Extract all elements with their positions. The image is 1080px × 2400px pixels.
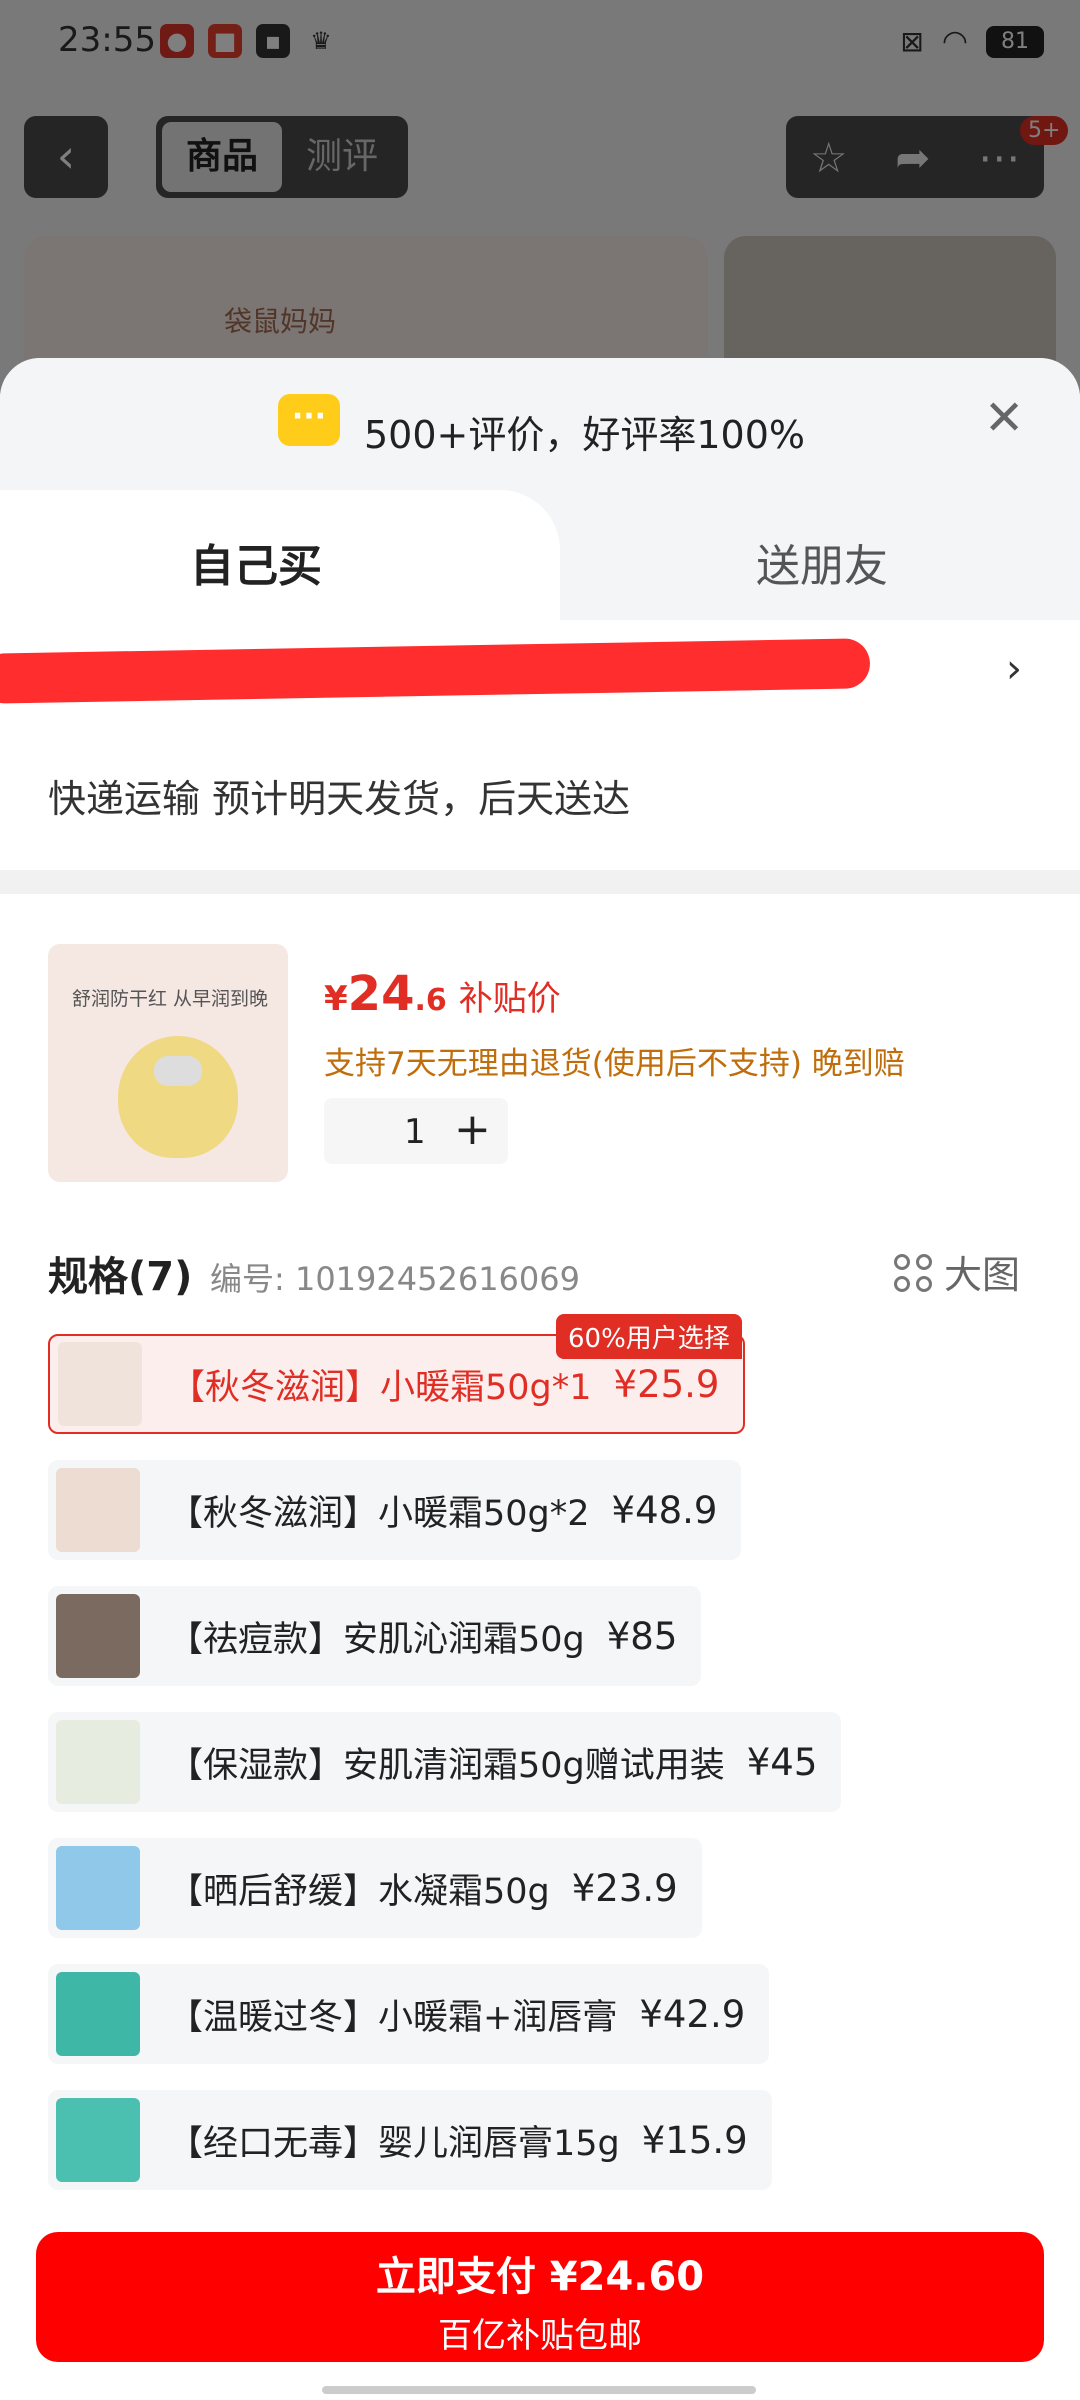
return-policy: 支持7天无理由退货(使用后不支持) 晚到赔 xyxy=(324,1046,905,1082)
purchase-sheet: ··· 500+评价，好评率100% ✕ 自己买 送朋友 › 快递运输 预计明天… xyxy=(0,358,1080,2400)
address-row[interactable]: › xyxy=(0,638,1080,720)
spec-option-6[interactable]: 【温暖过冬】小暖霜+润唇膏 ¥42.9 xyxy=(48,1964,770,2064)
redacted-address xyxy=(0,638,871,704)
close-icon[interactable]: ✕ xyxy=(984,394,1024,442)
spec-thumbnail xyxy=(56,1468,140,1552)
spec-thumbnail xyxy=(58,1342,142,1426)
price-decimal: .6 xyxy=(414,983,447,1018)
spec-thumbnail xyxy=(56,1594,140,1678)
spec-code: 编号: 10192452616069 xyxy=(210,1260,580,1298)
pay-now-label: 立即支付 ¥24.60 xyxy=(375,2254,705,2300)
price: ¥24.6 补贴价 xyxy=(324,966,561,1022)
tab-buy-self-label[interactable]: 自己买 xyxy=(190,530,322,594)
chevron-right-icon: › xyxy=(1006,646,1022,692)
spec-label: 【温暖过冬】小暖霜+润唇膏 xyxy=(168,1997,618,2038)
spec-price: ¥15.9 xyxy=(641,2118,748,2162)
product-image[interactable]: 舒润防干红 从早润到晚 xyxy=(48,944,288,1182)
cream-jar-graphic xyxy=(118,1036,238,1158)
quantity-stepper: 1 + xyxy=(324,1098,508,1164)
spec-price: ¥42.9 xyxy=(639,1992,746,2036)
review-summary: 500+评价，好评率100% xyxy=(364,413,806,457)
divider xyxy=(0,870,1080,894)
spec-price: ¥45 xyxy=(746,1740,818,1784)
big-image-label: 大图 xyxy=(944,1253,1021,1297)
buy-mode-tabs: 自己买 送朋友 xyxy=(0,490,1080,620)
spec-label: 【秋冬滋润】小暖霜50g*2 xyxy=(168,1493,590,1534)
spec-thumbnail xyxy=(56,1720,140,1804)
big-image-button[interactable]: 大图 xyxy=(894,1244,1020,1299)
tab-gift-friend-label[interactable]: 送朋友 xyxy=(756,530,888,594)
pay-now-button[interactable]: 立即支付 ¥24.60 百亿补贴包邮 xyxy=(36,2232,1044,2362)
spec-price: ¥48.9 xyxy=(611,1488,718,1532)
grid-icon xyxy=(894,1254,934,1294)
spec-label: 【秋冬滋润】小暖霜50g*1 xyxy=(170,1367,592,1408)
pay-subtitle: 百亿补贴包邮 xyxy=(438,2316,642,2356)
spec-label: 【晒后舒缓】水凝霜50g xyxy=(168,1871,550,1912)
chat-bubble-icon: ··· xyxy=(278,394,340,446)
price-currency: ¥ xyxy=(324,979,348,1019)
product-image-caption: 舒润防干红 从早润到晚 xyxy=(72,988,269,1010)
plus-icon[interactable]: + xyxy=(454,1104,491,1155)
spec-option-5[interactable]: 【晒后舒缓】水凝霜50g ¥23.9 xyxy=(48,1838,702,1938)
spec-option-7[interactable]: 【经口无毒】婴儿润唇膏15g ¥15.9 xyxy=(48,2090,772,2190)
spec-thumbnail xyxy=(56,1972,140,2056)
spec-label: 【保湿款】安肌清润霜50g赠试用装 xyxy=(168,1745,725,1786)
spec-label: 【经口无毒】婴儿润唇膏15g xyxy=(168,2123,620,2164)
spec-price: ¥23.9 xyxy=(571,1866,678,1910)
quantity-value: 1 xyxy=(404,1112,426,1152)
spec-thumbnail xyxy=(56,2098,140,2182)
spec-title: 规格(7) xyxy=(48,1254,193,1300)
spec-option-3[interactable]: 【祛痘款】安肌沁润霜50g ¥85 xyxy=(48,1586,702,1686)
popular-badge: 60%用户选择 xyxy=(556,1314,742,1359)
spec-price: ¥85 xyxy=(606,1614,678,1658)
price-integer: 24 xyxy=(347,966,415,1022)
modal-overlay[interactable] xyxy=(0,0,1080,400)
spec-thumbnail xyxy=(56,1846,140,1930)
spec-price: ¥25.9 xyxy=(613,1362,720,1406)
spec-option-4[interactable]: 【保湿款】安肌清润霜50g赠试用装 ¥45 xyxy=(48,1712,842,1812)
spec-option-2[interactable]: 【秋冬滋润】小暖霜50g*2 ¥48.9 xyxy=(48,1460,742,1560)
sheet-header: ··· 500+评价，好评率100% ✕ xyxy=(0,358,1080,490)
spec-label: 【祛痘款】安肌沁润霜50g xyxy=(168,1619,585,1660)
price-tag: 补贴价 xyxy=(458,979,561,1019)
home-indicator[interactable] xyxy=(322,2386,756,2394)
shipping-info: 快递运输 预计明天发货，后天送达 xyxy=(48,777,631,821)
background-page: 23:55 ● ■ ▪ ♛ ⊠ ◠ 81 ‹ 商品 测评 ☆ ➦ ⋯ 5+ 袋鼠… xyxy=(0,0,1080,400)
